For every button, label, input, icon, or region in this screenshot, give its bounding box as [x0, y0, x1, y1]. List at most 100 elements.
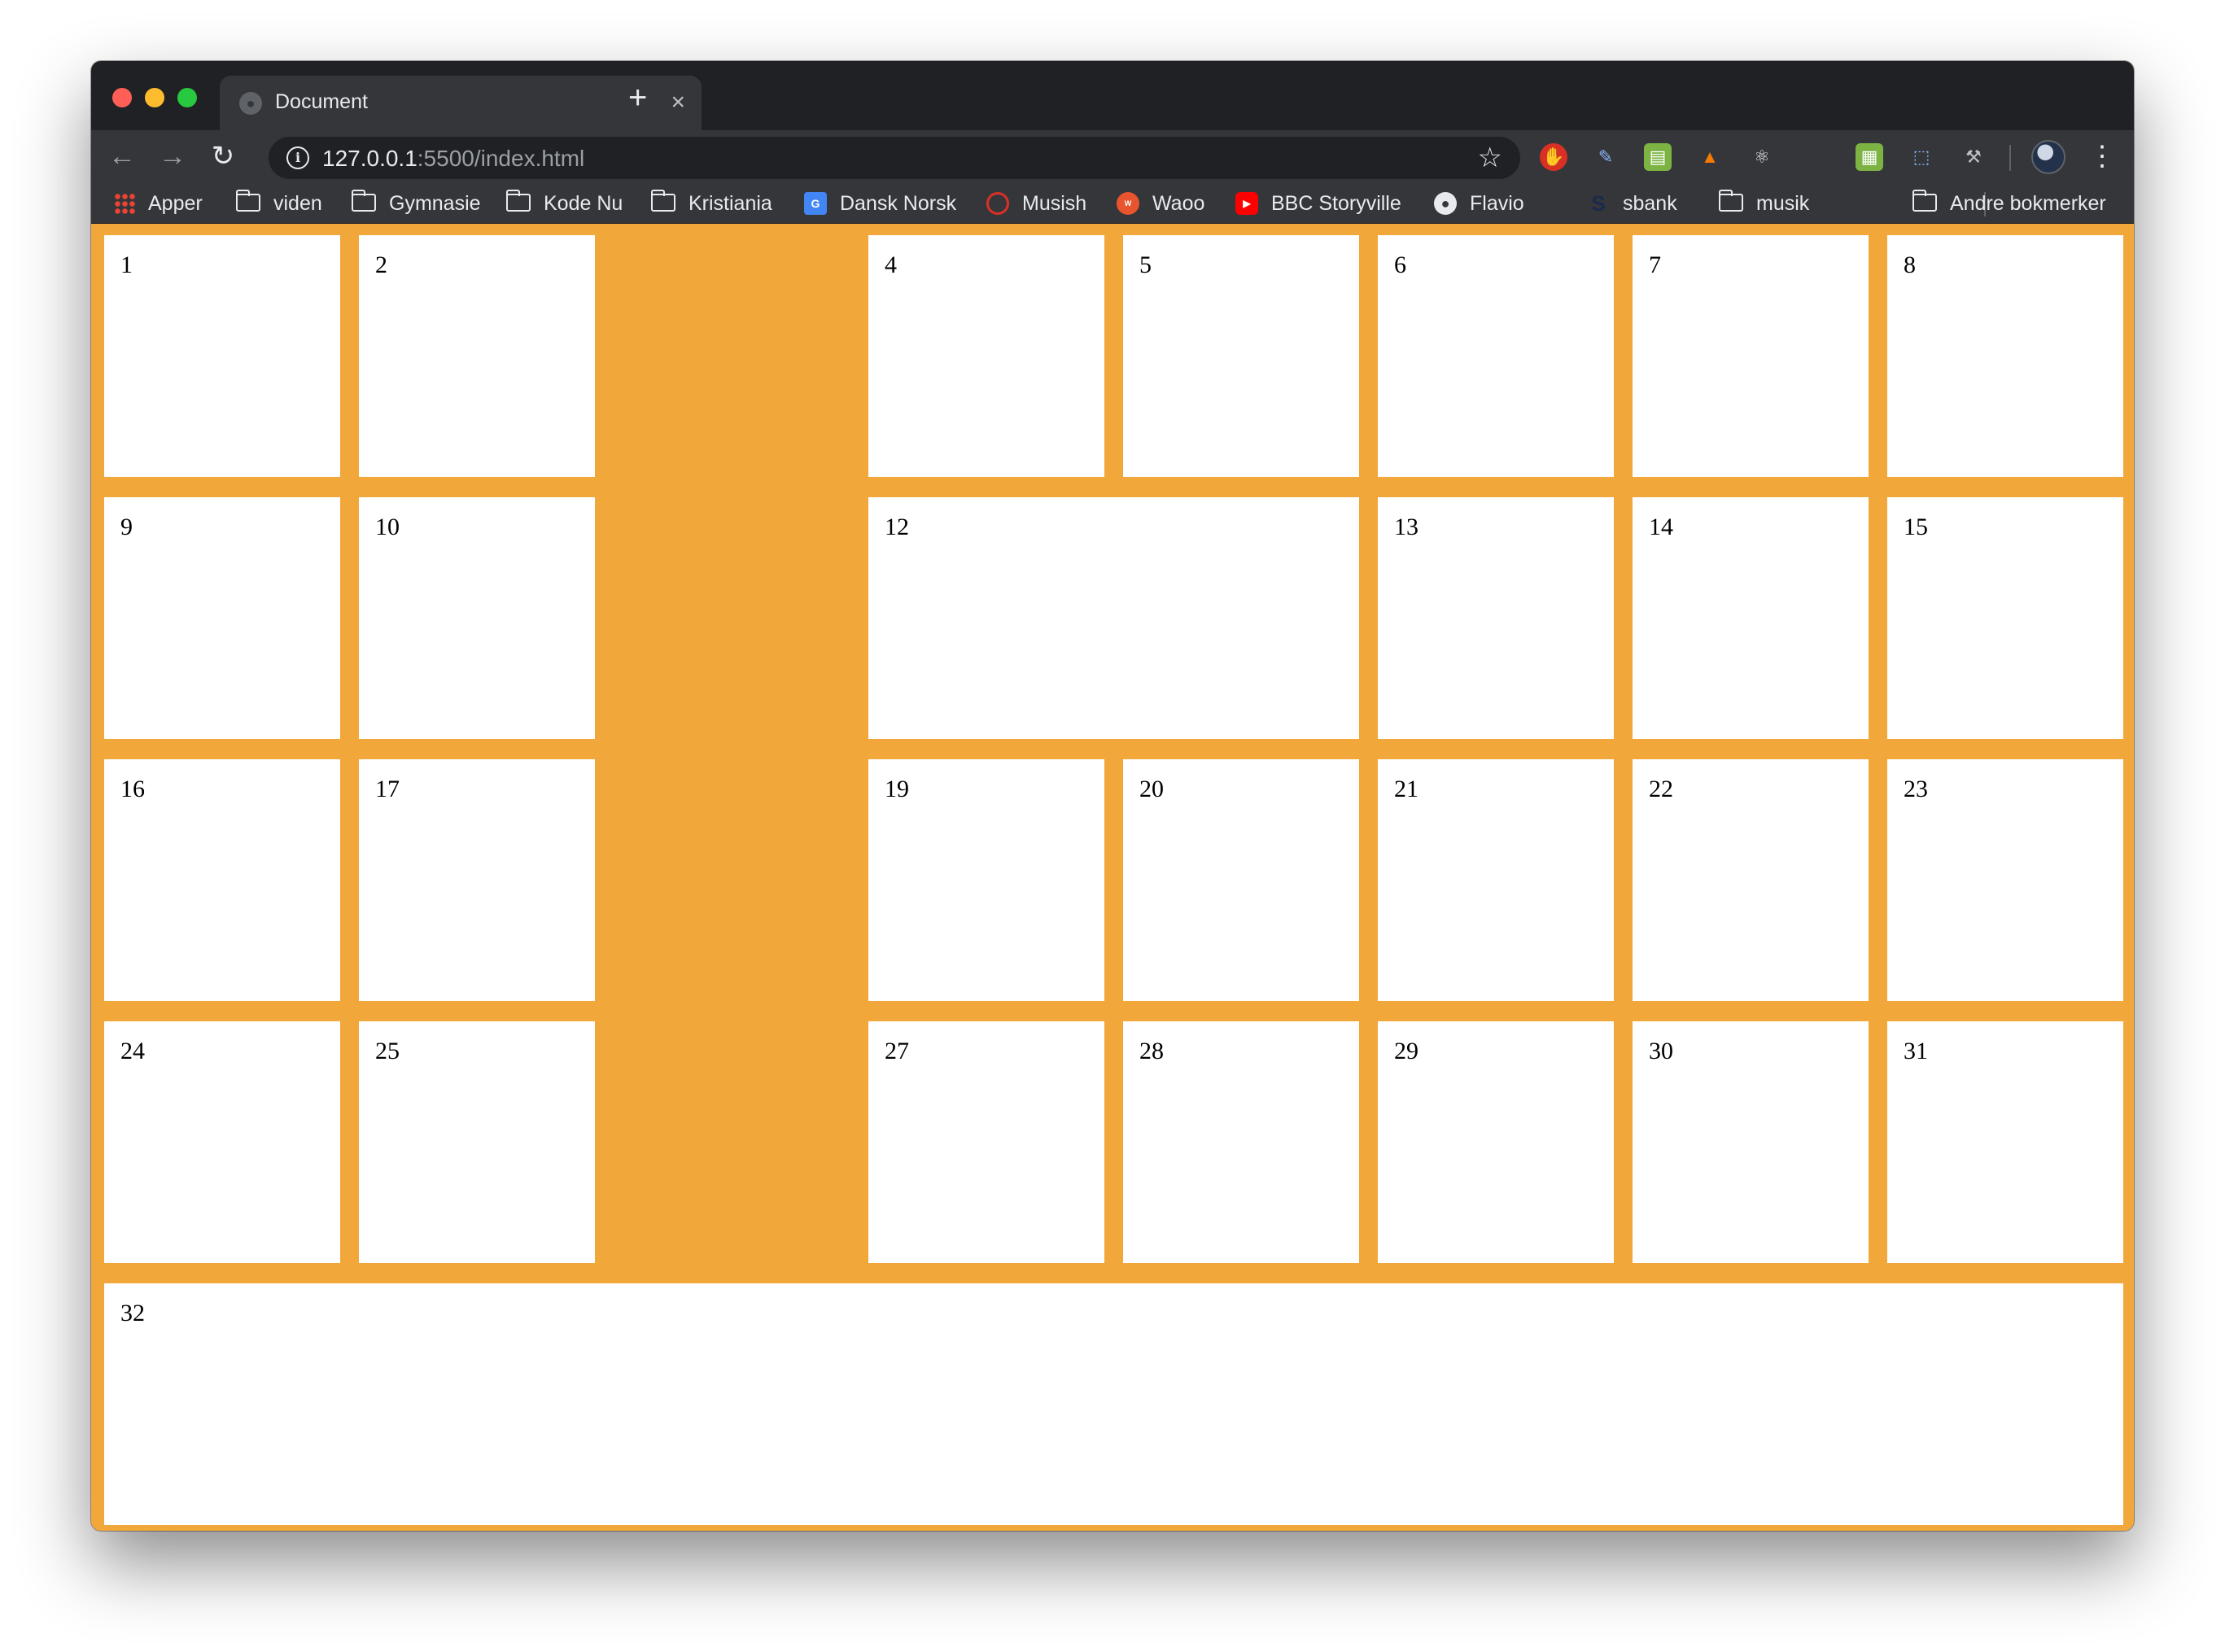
waoo-icon: W: [1117, 192, 1139, 215]
grid-item: 16: [104, 759, 340, 1001]
grid-item-label: 24: [120, 1038, 145, 1064]
grid-item-wide: 12: [868, 497, 1359, 739]
grid-item-label: 16: [120, 776, 145, 802]
grid-item-label: 15: [1904, 514, 1928, 540]
grid-item: 19: [868, 759, 1104, 1001]
print-extension-icon[interactable]: ▤: [1644, 143, 1672, 171]
grid-item-label: 22: [1649, 776, 1673, 802]
page-content: 1 2 4 5 6 7 8 9 10 12 13 14 15 16 17 19 …: [91, 224, 2134, 1531]
grid-item: 31: [1887, 1021, 2123, 1263]
grid-item: 28: [1123, 1021, 1359, 1263]
grid-item: 5: [1123, 235, 1359, 477]
grid-item-label: 32: [120, 1300, 145, 1326]
react-devtools-icon[interactable]: ⚛: [1748, 143, 1776, 171]
bookmark-viden[interactable]: viden: [235, 190, 322, 216]
globe-icon: ●: [1434, 192, 1457, 215]
grid-item-label: 25: [375, 1038, 400, 1064]
grid-item: 29: [1378, 1021, 1614, 1263]
grid-item: 23: [1887, 759, 2123, 1001]
globe-icon: ●: [239, 92, 262, 115]
reload-button[interactable]: ↻: [203, 137, 243, 176]
bookmark-kode-nu[interactable]: Kode Nu: [505, 190, 623, 216]
grid-item: 30: [1633, 1021, 1869, 1263]
grid-item: 24: [104, 1021, 340, 1263]
url-text[interactable]: 127.0.0.1:5500/index.html: [322, 146, 584, 172]
grid-item: 8: [1887, 235, 2123, 477]
vlc-extension-icon[interactable]: ▲: [1696, 143, 1724, 171]
grid-item: 7: [1633, 235, 1869, 477]
screenshot-extension-icon[interactable]: ⬚: [1908, 143, 1935, 171]
grid-item-label: 28: [1139, 1038, 1164, 1064]
info-icon[interactable]: i: [286, 146, 309, 169]
grid-item-label: 29: [1394, 1038, 1418, 1064]
grid-item-label: 14: [1649, 514, 1673, 540]
bookmark-flavio[interactable]: ● Flavio: [1434, 190, 1524, 216]
bookmarks-bar: Apper viden Gymnasie Kode Nu Kristiania …: [91, 184, 2134, 224]
grid-item-label: 1: [120, 251, 133, 278]
sbank-icon: S: [1591, 191, 1606, 216]
bookmark-gymnasie[interactable]: Gymnasie: [351, 190, 481, 216]
bookmark-star-icon[interactable]: ☆: [1478, 142, 1502, 174]
grid-item-label: 12: [885, 514, 909, 540]
maximize-window-button[interactable]: [177, 88, 197, 107]
grid-item-full-width: 32: [104, 1283, 2123, 1525]
bookmark-sbank[interactable]: S sbank: [1587, 190, 1676, 216]
close-icon[interactable]: ×: [671, 87, 685, 118]
bookmark-musik[interactable]: musik: [1718, 190, 1809, 216]
grid-item-label: 8: [1904, 251, 1916, 278]
pen-extension-icon[interactable]: ✎: [1592, 143, 1620, 171]
grid-item-label: 10: [375, 514, 400, 540]
grid-item: 17: [359, 759, 595, 1001]
bookmark-apper[interactable]: Apper: [114, 190, 203, 216]
bookmark-kristiania[interactable]: Kristiania: [650, 190, 772, 216]
grid-item: 22: [1633, 759, 1869, 1001]
bookmark-dansk-norsk[interactable]: G Dansk Norsk: [804, 190, 956, 216]
address-bar[interactable]: i 127.0.0.1:5500/index.html ☆: [269, 137, 1520, 179]
folder-icon: [650, 190, 675, 212]
new-tab-button[interactable]: +: [628, 77, 647, 118]
bookmark-andre-bokmerker[interactable]: Andre bokmerker: [1912, 190, 2106, 216]
grid-item-label: 17: [375, 776, 400, 802]
sheets-extension-icon[interactable]: ▦: [1856, 143, 1883, 171]
tab-title: Document: [275, 90, 368, 113]
grid-item-label: 4: [885, 251, 897, 278]
grid-item-label: 13: [1394, 514, 1418, 540]
profile-avatar[interactable]: [2031, 140, 2065, 174]
grid-item-label: 9: [120, 514, 133, 540]
navigation-toolbar: ← → ↻ i 127.0.0.1:5500/index.html ☆ ✋ ✎ …: [91, 130, 2134, 184]
browser-window: ● Document × + ← → ↻ i 127.0.0.1:5500/in…: [91, 61, 2134, 1531]
folder-icon: [1912, 190, 1937, 212]
bookmark-waoo[interactable]: W Waoo: [1117, 190, 1204, 216]
grid-item-label: 6: [1394, 251, 1406, 278]
grid-item: 25: [359, 1021, 595, 1263]
grid-item: 4: [868, 235, 1104, 477]
paint-roller-extension-icon[interactable]: ⚒: [1960, 143, 1987, 171]
grid-item-label: 23: [1904, 776, 1928, 802]
grid-item-label: 27: [885, 1038, 909, 1064]
minimize-window-button[interactable]: [145, 88, 164, 107]
grid-container: 1 2 4 5 6 7 8 9 10 12 13 14 15 16 17 19 …: [104, 235, 2123, 1525]
headphones-icon: [986, 192, 1009, 215]
title-bar: ● Document × +: [91, 61, 2134, 130]
bookmark-bbc-storyville[interactable]: ▶ BBC Storyville: [1235, 190, 1401, 216]
folder-icon: [1718, 190, 1743, 212]
grid-item: 21: [1378, 759, 1614, 1001]
menu-icon[interactable]: ⋮: [2088, 138, 2116, 174]
grid-item: 14: [1633, 497, 1869, 739]
grid-item-label: 2: [375, 251, 387, 278]
grid-item: 2: [359, 235, 595, 477]
back-button[interactable]: ←: [103, 137, 142, 176]
grid-item: 15: [1887, 497, 2123, 739]
adblock-extension-icon[interactable]: ✋: [1540, 143, 1567, 171]
apps-icon: [114, 193, 135, 214]
grid-item-label: 5: [1139, 251, 1152, 278]
folder-icon: [235, 190, 260, 212]
translate-icon: G: [804, 192, 827, 215]
forward-button[interactable]: →: [153, 137, 192, 176]
close-window-button[interactable]: [112, 88, 132, 107]
grid-item-label: 21: [1394, 776, 1418, 802]
grid-item-label: 7: [1649, 251, 1661, 278]
grid-item: 9: [104, 497, 340, 739]
grid-item: 20: [1123, 759, 1359, 1001]
bookmark-musish[interactable]: Musish: [986, 190, 1086, 216]
